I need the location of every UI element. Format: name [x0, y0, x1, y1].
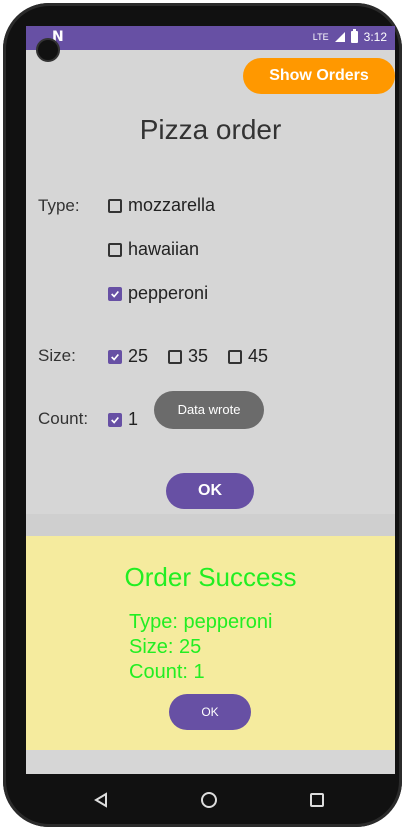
size-option-35[interactable]: 35	[168, 346, 208, 367]
size-option-25[interactable]: 25	[108, 346, 148, 367]
show-orders-button[interactable]: Show Orders	[243, 58, 395, 94]
type-option-pepperoni[interactable]: pepperoni	[108, 283, 208, 304]
count-option-1[interactable]: 1	[108, 409, 138, 430]
back-icon[interactable]	[87, 786, 115, 814]
size-option-label: 25	[128, 346, 149, 366]
type-option-label: pepperoni	[128, 283, 209, 303]
toast-message: Data wrote	[154, 391, 264, 429]
type-option-label: mozzarella	[128, 195, 216, 215]
count-label: Count:	[38, 409, 89, 428]
signal-icon	[334, 32, 345, 42]
checkbox-checked-icon[interactable]	[108, 349, 122, 364]
ok-button[interactable]: OK	[166, 473, 254, 509]
camera-cutout-icon	[36, 38, 60, 62]
checkbox-icon[interactable]	[168, 349, 182, 364]
count-option-label: 1	[128, 409, 139, 429]
success-type-line: Type: pepperoni	[129, 611, 273, 633]
navigation-bar	[0, 774, 405, 830]
checkbox-icon[interactable]	[108, 198, 122, 213]
network-lte-icon: LTE	[312, 32, 329, 42]
size-option-label: 45	[248, 346, 269, 366]
success-ok-button[interactable]: OK	[169, 694, 251, 730]
type-option-label: hawaiian	[128, 239, 200, 259]
status-right: LTE 3:12	[312, 29, 387, 44]
success-size-line: Size: 25	[129, 636, 202, 658]
checkbox-icon[interactable]	[108, 242, 122, 257]
recents-icon[interactable]	[303, 786, 331, 814]
size-option-label: 35	[188, 346, 209, 366]
success-title: Order Success	[124, 562, 297, 592]
page-title: Pizza order	[139, 114, 282, 145]
type-label: Type:	[38, 196, 80, 215]
checkbox-icon[interactable]	[228, 349, 242, 364]
size-option-45[interactable]: 45	[228, 346, 268, 367]
checkbox-checked-icon[interactable]	[108, 412, 122, 427]
app-screen: N LTE 3:12 Show Orders Pizza order Type:…	[26, 26, 395, 774]
success-count-line: Count: 1	[129, 661, 205, 683]
order-success-panel: Order Success Type: pepperoni Size: 25 C…	[26, 536, 395, 750]
divider-band	[26, 514, 395, 536]
status-time: 3:12	[363, 30, 387, 44]
type-option-hawaiian[interactable]: hawaiian	[108, 239, 199, 260]
home-icon[interactable]	[195, 786, 223, 814]
checkbox-checked-icon[interactable]	[108, 286, 122, 301]
size-label: Size:	[38, 346, 76, 365]
battery-icon	[350, 29, 358, 43]
type-option-mozzarella[interactable]: mozzarella	[108, 195, 215, 216]
status-bar: N LTE 3:12	[26, 26, 395, 50]
